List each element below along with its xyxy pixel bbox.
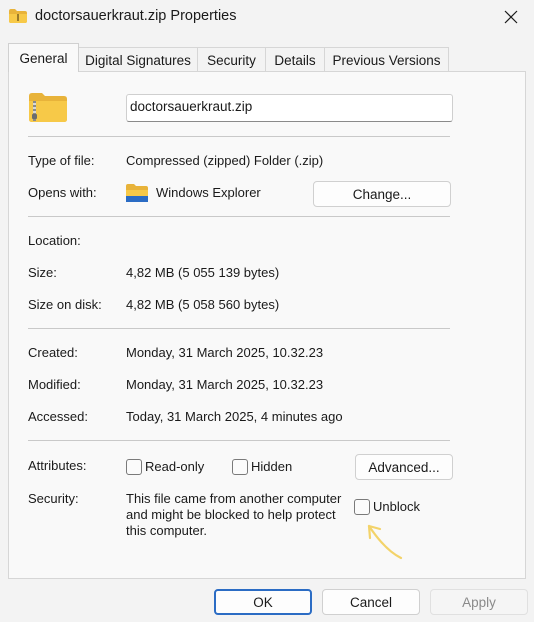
tab-digital-signatures[interactable]: Digital Signatures: [78, 47, 198, 72]
size-on-disk-value: 4,82 MB (5 058 560 bytes): [126, 297, 280, 312]
tab-previous-versions[interactable]: Previous Versions: [324, 47, 449, 72]
title-bar: doctorsauerkraut.zip Properties: [0, 0, 534, 34]
general-panel: doctorsauerkraut.zip Type of file: Compr…: [8, 71, 526, 579]
hidden-checkbox[interactable]: [232, 459, 248, 475]
type-label: Type of file:: [28, 153, 95, 168]
window-title: doctorsauerkraut.zip Properties: [35, 8, 237, 24]
file-name-input[interactable]: doctorsauerkraut.zip: [126, 94, 453, 122]
accessed-value: Today, 31 March 2025, 4 minutes ago: [126, 409, 343, 424]
close-button[interactable]: [488, 0, 534, 34]
type-value: Compressed (zipped) Folder (.zip): [126, 153, 324, 168]
opens-with-label: Opens with:: [28, 185, 97, 200]
size-label: Size:: [28, 265, 57, 280]
readonly-label: Read-only: [145, 459, 205, 474]
zip-folder-icon: [9, 9, 27, 23]
tab-details[interactable]: Details: [265, 47, 325, 72]
close-icon: [504, 10, 518, 24]
arrow-annotation-icon: [363, 520, 407, 564]
ok-button[interactable]: OK: [214, 589, 312, 615]
tab-general[interactable]: General: [8, 43, 79, 72]
location-label: Location:: [28, 233, 81, 248]
created-value: Monday, 31 March 2025, 10.32.23: [126, 345, 324, 360]
readonly-checkbox[interactable]: [126, 459, 142, 475]
separator: [28, 440, 450, 441]
cancel-button[interactable]: Cancel: [322, 589, 420, 615]
explorer-folder-icon: [126, 184, 148, 202]
advanced-button[interactable]: Advanced...: [355, 454, 453, 480]
change-button[interactable]: Change...: [313, 181, 451, 207]
security-label: Security:: [28, 491, 79, 506]
opens-with-value: Windows Explorer: [156, 185, 261, 200]
tab-security[interactable]: Security: [197, 47, 266, 72]
unblock-label: Unblock: [373, 499, 420, 514]
created-label: Created:: [28, 345, 78, 360]
unblock-checkbox[interactable]: [354, 499, 370, 515]
modified-label: Modified:: [28, 377, 81, 392]
separator: [28, 328, 450, 329]
attributes-label: Attributes:: [28, 458, 87, 473]
size-value: 4,82 MB (5 055 139 bytes): [126, 265, 280, 280]
size-on-disk-label: Size on disk:: [28, 297, 102, 312]
apply-button[interactable]: Apply: [430, 589, 528, 615]
modified-value: Monday, 31 March 2025, 10.32.23: [126, 377, 324, 392]
separator: [28, 216, 450, 217]
security-message: This file came from another computer and…: [126, 491, 342, 538]
separator: [28, 136, 450, 137]
zip-folder-icon: [29, 92, 67, 122]
accessed-label: Accessed:: [28, 409, 88, 424]
hidden-label: Hidden: [251, 459, 293, 474]
